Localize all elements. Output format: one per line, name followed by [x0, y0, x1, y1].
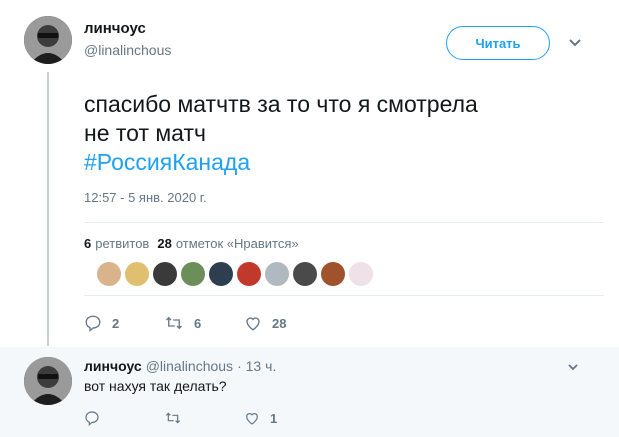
retweets-label: ретвитов [95, 236, 150, 251]
retweet-icon [165, 412, 181, 424]
reply-author-name[interactable]: линчоус [84, 358, 142, 374]
liker-avatars [97, 262, 373, 286]
retweets-stat[interactable]: 6 ретвитов [84, 236, 149, 251]
reply-text: вот нахуя так делать? [84, 378, 227, 394]
author-handle[interactable]: @linalinchous [84, 42, 171, 58]
divider [84, 222, 604, 223]
reply-author-handle[interactable]: @linalinchous [146, 358, 233, 374]
reply-actions: 1 [84, 410, 277, 426]
tweet-timestamp[interactable]: 12:57 - 5 янв. 2020 г. [84, 190, 207, 205]
tweet-actions: 2 6 28 [84, 314, 286, 332]
tweet-text-line: спасибо матчтв за то что я смотрела [84, 91, 478, 117]
avatar[interactable] [24, 16, 72, 64]
engagement-stats: 6 ретвитов 28 отметок «Нравится» [84, 236, 299, 251]
thread-connector-line [47, 72, 49, 346]
liker-avatar[interactable] [237, 262, 261, 286]
author-name[interactable]: линчоус [84, 20, 146, 37]
chevron-down-icon[interactable] [566, 362, 580, 374]
retweet-action[interactable] [164, 410, 244, 426]
reply-header: линчоус @linalinchous · 13 ч. [84, 358, 276, 374]
reply-time[interactable]: · 13 ч. [237, 358, 276, 374]
liker-avatar[interactable] [265, 262, 289, 286]
liker-avatar[interactable] [293, 262, 317, 286]
liker-avatar[interactable] [209, 262, 233, 286]
liker-avatar[interactable] [97, 262, 121, 286]
reply-avatar[interactable] [24, 357, 72, 405]
retweet-icon [166, 316, 182, 330]
retweet-count: 6 [194, 315, 202, 331]
tweet-text: спасибо матчтв за то что я смотрела не т… [84, 90, 604, 177]
reply-action[interactable]: 2 [84, 314, 164, 332]
hashtag-link[interactable]: #РоссияКанада [84, 148, 604, 177]
likes-count: 28 [157, 236, 172, 251]
retweets-count: 6 [84, 236, 92, 251]
heart-icon [246, 317, 260, 331]
liker-avatar[interactable] [125, 262, 149, 286]
reply-icon [85, 411, 99, 426]
tweet-text-line: не тот матч [84, 120, 206, 146]
like-count: 28 [272, 315, 287, 331]
liker-avatar[interactable] [321, 262, 345, 286]
like-action[interactable]: 28 [244, 314, 286, 332]
avatar-image [24, 357, 72, 405]
likes-label: отметок «Нравится» [175, 236, 299, 251]
like-action[interactable]: 1 [244, 410, 277, 426]
reply-action[interactable] [84, 410, 164, 426]
reply-icon [85, 315, 101, 332]
chevron-down-icon[interactable] [567, 36, 583, 50]
heart-icon [246, 413, 258, 425]
follow-button[interactable]: Читать [446, 26, 550, 60]
avatar-image [24, 16, 72, 64]
like-count: 1 [270, 410, 278, 426]
liker-avatar[interactable] [181, 262, 205, 286]
reply-count: 2 [112, 315, 120, 331]
divider [84, 295, 604, 296]
liker-avatar[interactable] [153, 262, 177, 286]
likes-stat[interactable]: 28 отметок «Нравится» [157, 236, 298, 251]
retweet-action[interactable]: 6 [164, 314, 244, 332]
liker-avatar[interactable] [349, 262, 373, 286]
